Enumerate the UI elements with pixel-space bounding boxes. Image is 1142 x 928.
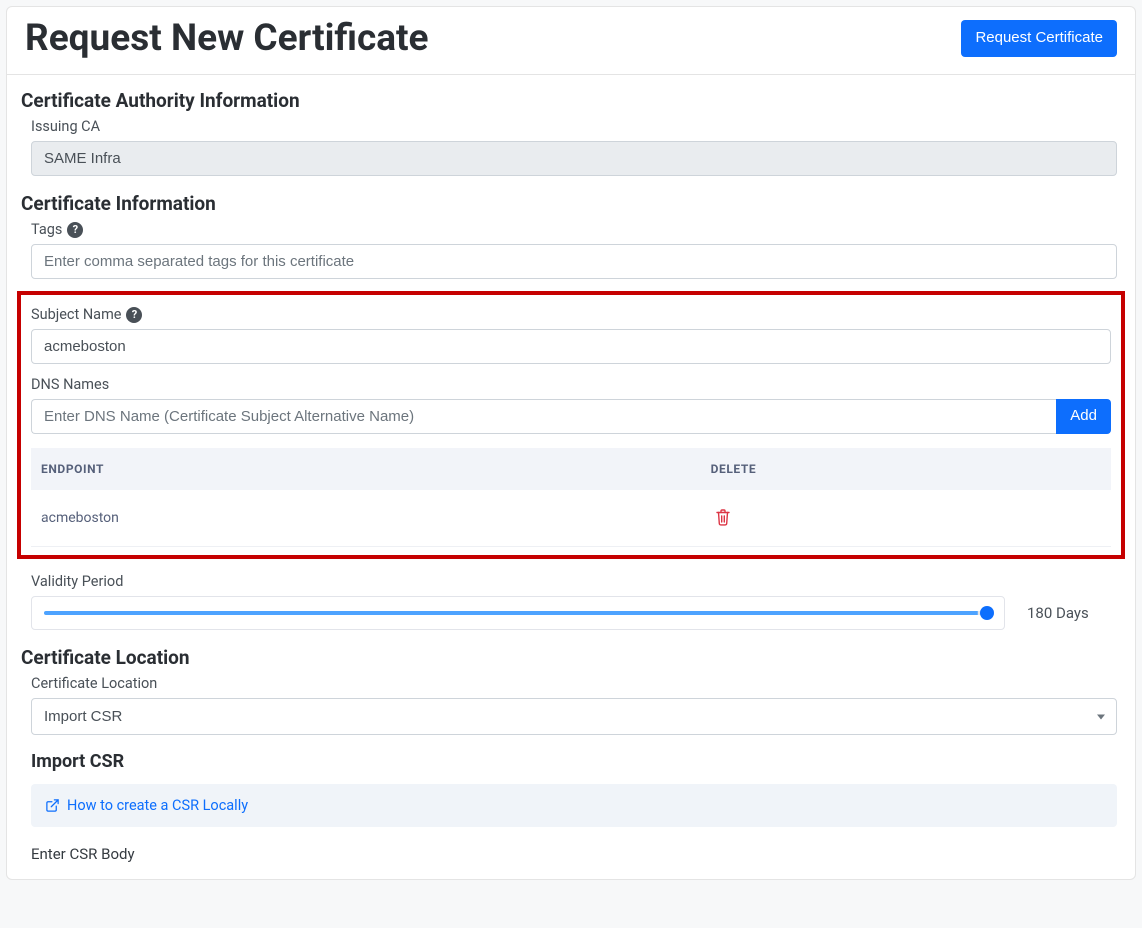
cert-location-select[interactable]: Import CSR — [31, 698, 1117, 735]
subject-name-label: Subject Name ? — [31, 306, 1111, 323]
page-title: Request New Certificate — [25, 17, 429, 60]
external-link-icon — [45, 798, 60, 813]
subject-name-label-text: Subject Name — [31, 306, 121, 323]
issuing-ca-field — [31, 141, 1117, 176]
col-endpoint: ENDPOINT — [31, 448, 701, 490]
cert-location-section: Certificate Location Certificate Locatio… — [21, 646, 1121, 863]
validity-period-label: Validity Period — [31, 573, 1117, 590]
csr-body-label: Enter CSR Body — [31, 845, 1117, 863]
ca-info-section: Certificate Authority Information Issuin… — [21, 89, 1121, 176]
request-certificate-button[interactable]: Request Certificate — [961, 20, 1117, 57]
trash-icon — [715, 508, 731, 526]
subject-dns-highlight: Subject Name ? DNS Names Add — [17, 291, 1125, 559]
tags-input[interactable] — [31, 244, 1117, 279]
dns-add-button[interactable]: Add — [1056, 399, 1111, 434]
cert-info-title: Certificate Information — [21, 192, 1121, 215]
delete-dns-button[interactable] — [711, 506, 735, 528]
col-delete: DELETE — [701, 448, 1111, 490]
help-icon[interactable]: ? — [67, 222, 83, 238]
request-certificate-card: Request New Certificate Request Certific… — [6, 6, 1136, 880]
issuing-ca-label: Issuing CA — [31, 118, 1117, 135]
import-csr-title: Import CSR — [31, 751, 1117, 772]
dns-names-label: DNS Names — [31, 376, 1111, 393]
dns-name-input-group: Add — [31, 399, 1111, 434]
validity-value: 180 Days — [1027, 604, 1117, 622]
cert-location-label: Certificate Location — [31, 675, 1117, 692]
cert-info-section: Certificate Information Tags ? Subje — [21, 192, 1121, 630]
subject-name-input[interactable] — [31, 329, 1111, 364]
card-header: Request New Certificate Request Certific… — [7, 7, 1135, 75]
tags-label-text: Tags — [31, 221, 62, 238]
ca-info-title: Certificate Authority Information — [21, 89, 1121, 112]
validity-slider[interactable] — [31, 596, 1005, 630]
cert-location-title: Certificate Location — [21, 646, 1121, 669]
csr-help-link[interactable]: How to create a CSR Locally — [67, 797, 248, 814]
table-row: acmeboston — [31, 490, 1111, 547]
csr-help-banner: How to create a CSR Locally — [31, 784, 1117, 827]
slider-thumb[interactable] — [980, 606, 994, 620]
tags-label: Tags ? — [31, 221, 1117, 238]
help-icon[interactable]: ? — [126, 307, 142, 323]
dns-table: ENDPOINT DELETE acmeboston — [31, 448, 1111, 547]
endpoint-cell: acmeboston — [31, 490, 701, 547]
dns-name-input[interactable] — [31, 399, 1056, 434]
